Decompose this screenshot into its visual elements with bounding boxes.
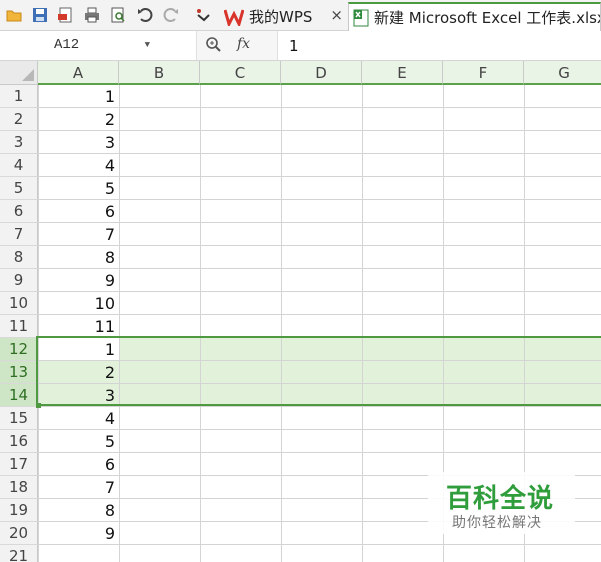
row-header-3[interactable]: 3: [0, 131, 38, 154]
grid-row-line: [38, 544, 601, 545]
row-header-1[interactable]: 1: [0, 85, 38, 108]
fill-handle[interactable]: [36, 403, 41, 408]
tab-my-wps[interactable]: 我的WPS ×: [222, 2, 347, 31]
grid-row-line: [38, 176, 601, 177]
cell-a4[interactable]: 4: [38, 154, 118, 177]
tab-excel-workbook[interactable]: 新建 Microsoft Excel 工作表.xlsx: [348, 2, 601, 31]
tab-label: 我的WPS: [249, 8, 313, 26]
cell-a21[interactable]: [38, 545, 118, 562]
quick-access-toolbar: 我的WPS × 新建 Microsoft Excel 工作表.xlsx: [0, 0, 601, 31]
row-header-12[interactable]: 12: [0, 338, 38, 361]
column-header-e[interactable]: E: [362, 61, 443, 85]
column-header-c[interactable]: C: [200, 61, 281, 85]
row-header-16[interactable]: 16: [0, 430, 38, 453]
cell-a19[interactable]: 8: [38, 499, 118, 522]
row-header-13[interactable]: 13: [0, 361, 38, 384]
cell-a5[interactable]: 5: [38, 177, 118, 200]
chevron-down-icon[interactable]: ▼: [145, 34, 150, 57]
print-preview-icon[interactable]: [109, 6, 127, 24]
save-icon[interactable]: [31, 6, 49, 24]
row-header-19[interactable]: 19: [0, 499, 38, 522]
cell-a11[interactable]: 11: [38, 315, 118, 338]
open-folder-icon[interactable]: [5, 6, 23, 24]
grid-row-line: [38, 130, 601, 131]
cell-a10[interactable]: 10: [38, 292, 118, 315]
column-header-g[interactable]: G: [524, 61, 601, 85]
select-all-corner[interactable]: [0, 61, 38, 85]
grid-row-line: [38, 199, 601, 200]
column-header-a[interactable]: A: [38, 61, 119, 85]
tab-label: 新建 Microsoft Excel 工作表.xlsx: [374, 9, 601, 27]
name-box-value: A12: [54, 37, 80, 53]
grid-row-line: [38, 429, 601, 430]
grid-column-line: [119, 85, 120, 562]
cell-a6[interactable]: 6: [38, 200, 118, 223]
grid-row-line: [38, 245, 601, 246]
grid-row-line: [38, 314, 601, 315]
customize-toolbar-icon[interactable]: [194, 6, 212, 24]
column-header-d[interactable]: D: [281, 61, 362, 85]
row-header-11[interactable]: 11: [0, 315, 38, 338]
grid-row-line: [38, 153, 601, 154]
name-box[interactable]: A12 ▼: [2, 34, 154, 57]
formula-bar: A12 ▼ fx 1: [0, 31, 601, 61]
watermark-subtitle: 助你轻松解决: [452, 515, 542, 531]
wps-logo-icon: [224, 8, 244, 26]
cell-a8[interactable]: 8: [38, 246, 118, 269]
row-header-18[interactable]: 18: [0, 476, 38, 499]
row-header-14[interactable]: 14: [0, 384, 38, 407]
row-header-15[interactable]: 15: [0, 407, 38, 430]
grid-column-line: [200, 85, 201, 562]
row-header-2[interactable]: 2: [0, 108, 38, 131]
undo-icon[interactable]: [136, 6, 154, 24]
grid-row-line: [38, 452, 601, 453]
watermark-title: 百科全说: [446, 484, 555, 514]
cell-a15[interactable]: 4: [38, 407, 118, 430]
grid-row-line: [38, 107, 601, 108]
formula-input[interactable]: 1: [289, 37, 299, 55]
row-header-9[interactable]: 9: [0, 269, 38, 292]
column-header-b[interactable]: B: [119, 61, 200, 85]
cell-a16[interactable]: 5: [38, 430, 118, 453]
grid-row-line: [38, 291, 601, 292]
row-header-4[interactable]: 4: [0, 154, 38, 177]
selection-border: [36, 336, 601, 406]
redo-icon[interactable]: [162, 6, 180, 24]
cell-a1[interactable]: 1: [38, 85, 118, 108]
grid-row-line: [38, 222, 601, 223]
row-header-20[interactable]: 20: [0, 522, 38, 545]
row-header-8[interactable]: 8: [0, 246, 38, 269]
grid-row-line: [38, 268, 601, 269]
cell-a3[interactable]: 3: [38, 131, 118, 154]
close-icon[interactable]: ×: [330, 6, 343, 24]
watermark: 百科全说 助你轻松解决: [428, 472, 575, 534]
insert-function-button[interactable]: fx: [237, 36, 250, 52]
row-header-6[interactable]: 6: [0, 200, 38, 223]
grid-column-line: [281, 85, 282, 562]
cell-a9[interactable]: 9: [38, 269, 118, 292]
zoom-icon[interactable]: [205, 36, 221, 56]
column-header-f[interactable]: F: [443, 61, 524, 85]
cell-a7[interactable]: 7: [38, 223, 118, 246]
export-pdf-icon[interactable]: [57, 6, 75, 24]
row-header-7[interactable]: 7: [0, 223, 38, 246]
cell-a2[interactable]: 2: [38, 108, 118, 131]
row-header-17[interactable]: 17: [0, 453, 38, 476]
grid-row-line: [38, 406, 601, 407]
formula-tools: fx: [196, 31, 278, 60]
excel-file-icon: [353, 9, 369, 27]
cell-a18[interactable]: 7: [38, 476, 118, 499]
row-header-10[interactable]: 10: [0, 292, 38, 315]
print-icon[interactable]: [83, 6, 101, 24]
row-header-5[interactable]: 5: [0, 177, 38, 200]
row-header-21[interactable]: 21: [0, 545, 38, 562]
cell-a17[interactable]: 6: [38, 453, 118, 476]
cell-a20[interactable]: 9: [38, 522, 118, 545]
grid-column-line: [362, 85, 363, 562]
